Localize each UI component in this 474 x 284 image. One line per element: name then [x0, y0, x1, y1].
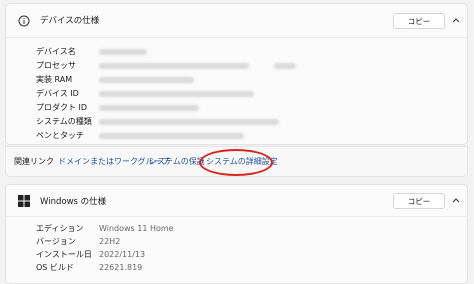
divider [6, 216, 467, 217]
spec-label: プロダクト ID [36, 103, 88, 112]
redacted-value [99, 77, 194, 83]
windows-spec-header[interactable]: Windows の仕様 コピー [6, 185, 467, 218]
spec-value: 2022/11/13 [99, 250, 146, 259]
spec-label: デバイス名 [36, 47, 76, 56]
redacted-value [99, 49, 147, 55]
divider [6, 37, 467, 38]
windows-spec-card: Windows の仕様 コピー エディション Windows 11 Home バ… [5, 184, 468, 284]
highlight-annotation [199, 149, 273, 176]
info-icon [18, 15, 30, 27]
spec-label: インストール日 [36, 250, 92, 259]
windows-logo-icon [18, 195, 30, 207]
spec-label: プロセッサ [36, 61, 76, 70]
windows-spec-title: Windows の仕様 [40, 197, 107, 207]
device-spec-copy-button[interactable]: コピー [393, 13, 445, 29]
redacted-value [99, 133, 244, 139]
related-links-title: 関連リンク [14, 157, 54, 166]
link-system-protection[interactable]: システムの保護 [149, 156, 205, 168]
spec-label: バージョン [36, 237, 76, 246]
chevron-up-icon[interactable] [452, 17, 460, 23]
redacted-value [99, 119, 279, 125]
spec-label: デバイス ID [36, 89, 79, 98]
redacted-value [274, 63, 296, 69]
spec-value: 22621.819 [99, 263, 143, 272]
spec-label: ペンとタッチ [36, 131, 84, 140]
redacted-value [99, 91, 254, 97]
device-spec-card: デバイスの仕様 コピー デバイス名 プロセッサ 実装 RAM デバイス ID プ… [5, 3, 468, 145]
chevron-up-icon[interactable] [452, 197, 460, 203]
spec-value: Windows 11 Home [99, 224, 174, 233]
device-spec-header[interactable]: デバイスの仕様 コピー [6, 4, 467, 37]
spec-label: 実装 RAM [36, 75, 73, 84]
spec-label: エディション [36, 224, 84, 233]
spec-value: 22H2 [99, 237, 121, 246]
spec-label: システムの種類 [36, 117, 92, 126]
device-spec-title: デバイスの仕様 [40, 16, 100, 26]
windows-spec-copy-button[interactable]: コピー [393, 193, 445, 209]
redacted-value [99, 63, 249, 69]
redacted-value [99, 105, 199, 111]
spec-label: OS ビルド [36, 263, 74, 272]
